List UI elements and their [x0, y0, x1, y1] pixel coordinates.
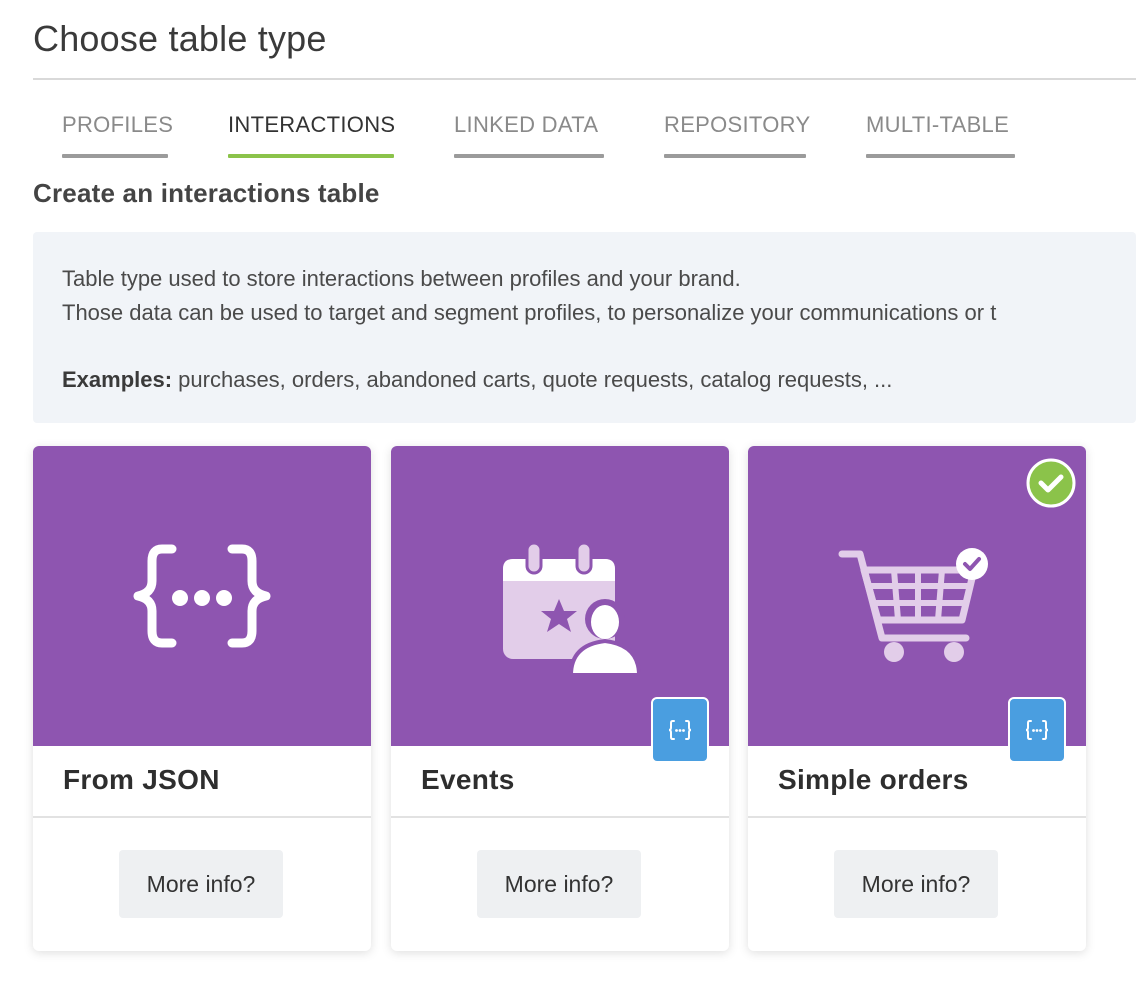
shopping-cart-check-icon	[838, 548, 988, 662]
card-from-json[interactable]: From JSON More info?	[33, 446, 371, 951]
more-info-button[interactable]: More info?	[834, 850, 998, 918]
tab-label: LINKED DATA	[454, 112, 599, 137]
title-divider	[33, 78, 1136, 80]
selected-check-icon	[1026, 458, 1076, 508]
examples-text: purchases, orders, abandoned carts, quot…	[172, 367, 893, 392]
card-banner	[391, 446, 729, 763]
tab-underline	[62, 154, 168, 158]
more-info-button[interactable]: More info?	[477, 850, 641, 918]
card-title: From JSON	[63, 764, 220, 795]
tab-underline	[866, 154, 1015, 158]
tab-underline	[664, 154, 806, 158]
card-simple-orders[interactable]: Simple orders More info?	[748, 446, 1086, 951]
examples-label: Examples:	[62, 367, 173, 392]
info-examples: Examples: purchases, orders, abandoned c…	[62, 367, 892, 393]
info-description-line: Table type used to store interactions be…	[62, 266, 741, 291]
tab-multi-table[interactable]: MULTI-TABLE	[866, 112, 1015, 158]
json-badge	[651, 697, 709, 763]
json-badge	[1008, 697, 1066, 763]
card-divider	[33, 816, 371, 818]
tab-interactions[interactable]: INTERACTIONS	[228, 112, 396, 158]
json-braces-icon	[133, 544, 271, 648]
tab-repository[interactable]: REPOSITORY	[664, 112, 810, 158]
tab-label: PROFILES	[62, 112, 174, 137]
more-info-button[interactable]: More info?	[119, 850, 283, 918]
card-events[interactable]: Events More info?	[391, 446, 729, 951]
tab-label: INTERACTIONS	[228, 112, 396, 137]
json-braces-icon	[668, 720, 692, 740]
card-title: Events	[421, 764, 515, 795]
tab-underline-active	[228, 154, 394, 158]
info-description-line: Those data can be used to target and seg…	[62, 300, 997, 325]
tab-label: MULTI-TABLE	[866, 112, 1010, 137]
card-divider	[748, 816, 1086, 818]
section-title: Create an interactions table	[33, 178, 380, 208]
card-banner	[748, 446, 1086, 763]
tab-label: REPOSITORY	[664, 112, 811, 137]
tab-linked-data[interactable]: LINKED DATA	[454, 112, 604, 158]
page-title: Choose table type	[33, 18, 327, 59]
calendar-user-icon	[503, 541, 641, 676]
tab-underline	[454, 154, 604, 158]
json-braces-icon	[1025, 720, 1049, 740]
card-banner	[33, 446, 371, 746]
info-box: Table type used to store interactions be…	[33, 232, 1136, 423]
card-divider	[391, 816, 729, 818]
card-title: Simple orders	[778, 764, 969, 795]
tab-profiles[interactable]: PROFILES	[62, 112, 173, 158]
